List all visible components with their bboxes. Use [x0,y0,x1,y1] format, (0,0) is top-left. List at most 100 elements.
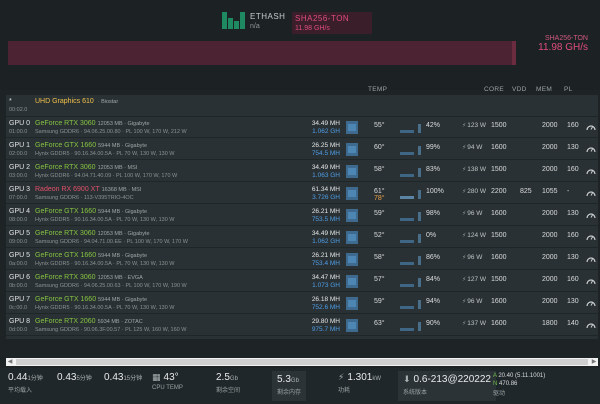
gpu-detail: Hynix GDDR5 · 90.16.34.00.5A · PL 70 W, … [35,305,175,311]
gpu-hashrate: 61.34 MH [311,186,340,193]
gpu-power-limit: 140 [567,320,579,327]
col-core[interactable]: CORE [484,86,504,93]
gpu-power-limit: 130 [567,144,579,151]
igpu-row: * 00:02.0 UHD Graphics 610 · Biostar [6,95,598,117]
fan-bar [418,256,421,265]
gauge-icon[interactable] [586,276,596,286]
horizontal-scrollbar[interactable]: ◀ ▶ [6,358,598,366]
load-5min: 0.435分钟 [57,372,92,383]
fan-bar [418,124,421,133]
gpu-hashrate-secondary: 753.4 MH [311,260,340,267]
gpu-hashrate: 34.49 MH [311,164,340,171]
gpu-fan: 84% [426,276,441,283]
gpu-power-limit: 160 [567,122,579,129]
fan-bar [418,190,421,199]
gpu-row[interactable]: GPU 5 09:00.0 GeForce RTX 3060 12053 MB · G… [6,227,598,248]
hashrate-value: 11.98 GH/s [538,42,588,53]
gpu-power-limit: 160 [567,232,579,239]
gpu-label: GPU 3 [9,186,31,193]
gpu-name[interactable]: GeForce RTX 3060 12053 MB · EVGA [35,274,143,281]
col-temp[interactable]: TEMP [368,86,387,93]
gpu-name[interactable]: GeForce GTX 1660 5944 MB · Gigabyte [35,296,147,303]
os-version: ⬇ 0.6-213@220222 系统版本 [398,371,496,401]
gpu-power: 96 W [462,254,482,261]
gpu-power: 137 W [462,320,486,327]
gpu-mem-clock: 2000 [542,122,558,129]
col-pl[interactable]: PL [564,86,573,93]
gauge-icon[interactable] [586,254,596,264]
algo-sha256-ton[interactable]: SHA256-TON 11.98 GH/s [292,12,372,34]
gpu-mem-clock: 2000 [542,144,558,151]
mem-free: 5.3Gb 剩余内存 [272,371,307,401]
gpu-name[interactable]: GeForce RTX 2060 5934 MB · ZOTAC [35,318,143,325]
col-vdd[interactable]: VDD [512,86,527,93]
gpu-detail: Hynix GDDR5 · 90.16.34.00.5A · PL 70 W, … [35,151,175,157]
gpu-bus: 0d:00.0 [9,327,28,333]
gpu-name[interactable]: GeForce RTX 3060 12053 MB · Gigabyte [35,230,150,237]
fan-bar [418,278,421,287]
gpu-core-clock: 1500 [491,122,507,129]
gpu-name[interactable]: GeForce GTX 1660 5944 MB · Gigabyte [35,208,147,215]
gpu-bus: 03:00.0 [9,173,28,179]
gpu-row[interactable]: GPU 8 0d:00.0 GeForce RTX 2060 5934 MB · ZO… [6,315,598,336]
load-1min: 0.441分钟 平均载入 [8,372,43,394]
gauge-icon[interactable] [586,232,596,242]
gpu-row[interactable]: GPU 1 02:00.0 GeForce GTX 1660 5944 MB · Gi… [6,139,598,160]
gpu-name[interactable]: GeForce RTX 3060 12053 MB · Gigabyte [35,120,150,127]
gpu-bus: 09:00.0 [9,239,28,245]
gpu-detail: Samsung GDDR6 · 94.06.25.00.63 · PL 100 … [35,283,187,289]
temp-bar [400,218,414,221]
gpu-label: GPU 2 [9,164,31,171]
gpu-mem-clock: 2000 [542,232,558,239]
gauge-icon[interactable] [586,166,596,176]
gpu-hashrate-secondary: 1.063 GH [312,172,340,179]
gpu-power-limit: 160 [567,166,579,173]
algo-hashrate: 11.98 GH/s [295,25,330,32]
gauge-icon[interactable] [586,144,596,154]
gpu-power: 124 W [462,232,486,239]
gpu-temp: 52° [374,232,385,239]
gpu-name[interactable]: GeForce RTX 3060 12053 MB · MSI [35,164,137,171]
gpu-detail: Samsung GDDR6 · 94.04.71.00.EE · PL 100 … [35,239,188,245]
gpu-row[interactable]: GPU 3 07:00.0 Radeon RX 6900 XT 16368 MB · … [6,183,598,204]
gpu-mem-clock: 1055 [542,188,558,195]
gauge-icon[interactable] [586,210,596,220]
hashrate-algo: SHA256-TON [544,35,588,42]
gpu-row[interactable]: GPU 2 03:00.0 GeForce RTX 3060 12053 MB · M… [6,161,598,182]
gpu-hash-chart-icon [346,319,358,332]
gauge-icon[interactable] [586,188,596,198]
gpu-hashrate: 29.80 MH [311,318,340,325]
gpu-power-limit: 130 [567,254,579,261]
scroll-left-icon[interactable]: ◀ [7,359,13,365]
gpu-name[interactable]: GeForce GTX 1660 5944 MB · Gigabyte [35,142,147,149]
gpu-name[interactable]: Radeon RX 6900 XT 16368 MB · MSI [35,186,141,193]
temp-bar [400,240,414,243]
gpu-row[interactable]: GPU 5 0a:00.0 GeForce GTX 1660 5944 MB · Gi… [6,249,598,270]
gpu-hashrate: 26.21 MH [311,252,340,259]
gpu-panel: * 00:02.0 UHD Graphics 610 · Biostar GPU… [6,95,598,339]
col-mem[interactable]: MEM [536,86,552,93]
gpu-name[interactable]: GeForce GTX 1660 5944 MB · Gigabyte [35,252,147,259]
gpu-hashrate: 34.49 MH [311,120,340,127]
gpu-power: 123 W [462,122,486,129]
gpu-row[interactable]: GPU 6 0b:00.0 GeForce RTX 3060 12053 MB · E… [6,271,598,292]
algo-ethash[interactable]: ETHASH n/a [222,12,285,34]
cpu-icon: ▦ [152,372,161,382]
gauge-icon[interactable] [586,320,596,330]
fan-bar [418,234,421,243]
gpu-label: GPU 4 [9,208,31,215]
gpu-temp: 57° [374,276,385,283]
gpu-fan: 0% [426,232,437,239]
scroll-right-icon[interactable]: ▶ [591,359,597,365]
gauge-icon[interactable] [586,122,596,132]
gpu-label: GPU 8 [9,318,31,325]
scroll-thumb[interactable] [16,359,588,365]
gpu-temp: 58° [374,254,385,261]
gauge-icon[interactable] [586,298,596,308]
gpu-power: 94 W [462,144,482,151]
gpu-temp: 63° [374,320,385,327]
gpu-row[interactable]: GPU 0 01:00.0 GeForce RTX 3060 12053 MB · G… [6,117,598,138]
gpu-row[interactable]: GPU 4 08:00.0 GeForce GTX 1660 5944 MB · Gi… [6,205,598,226]
temp-bar [400,130,414,133]
gpu-row[interactable]: GPU 7 0c:00.0 GeForce GTX 1660 5944 MB · Gi… [6,293,598,314]
